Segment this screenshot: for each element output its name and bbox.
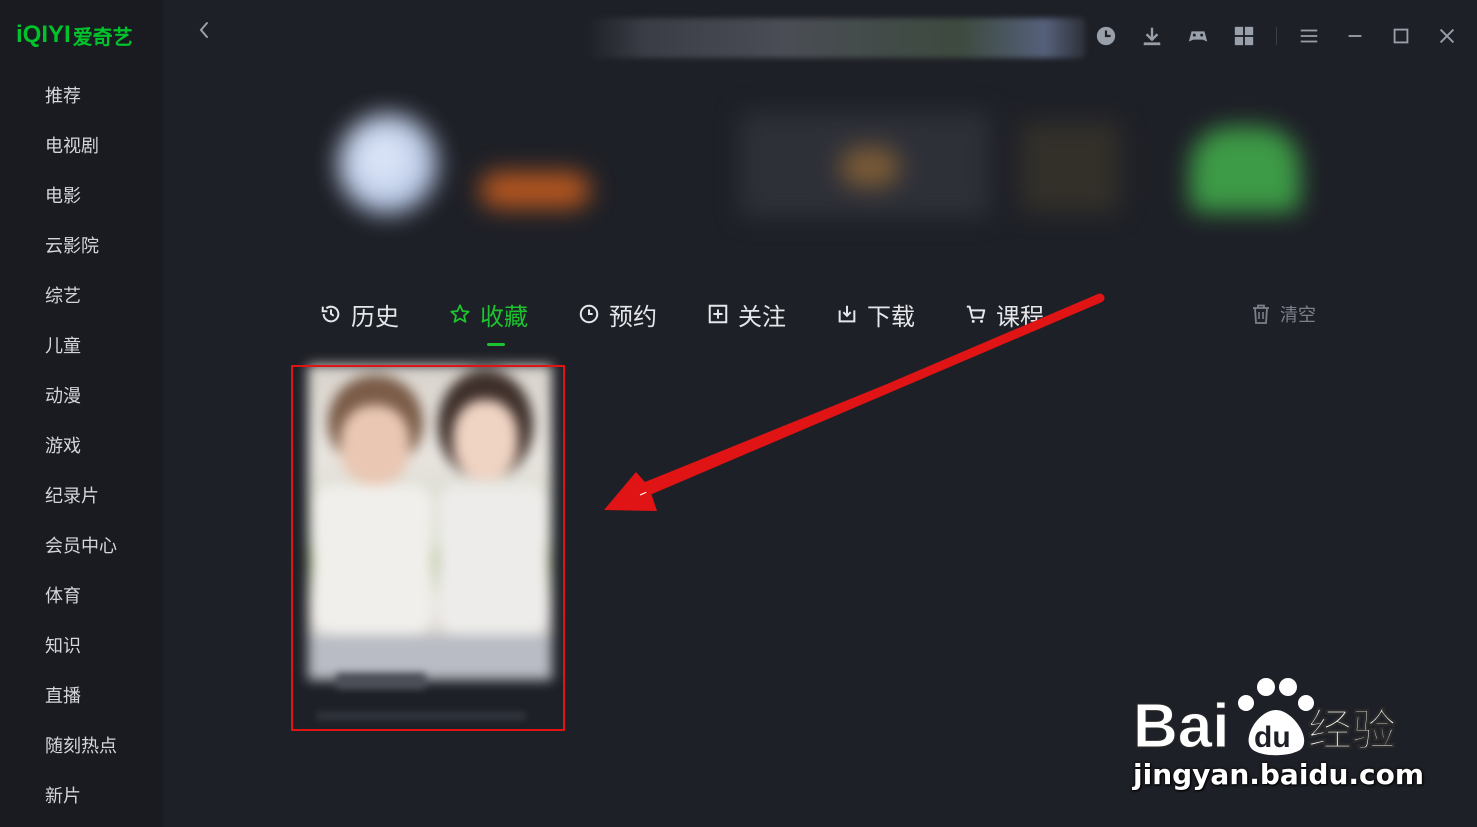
clock-icon [1096, 26, 1116, 46]
tab-reservations-label: 预约 [609, 302, 657, 331]
banner-promo-secondary[interactable] [1020, 122, 1120, 212]
window-toolbar [1092, 22, 1477, 50]
sidebar-item-kids[interactable]: 儿童 [0, 322, 163, 372]
sidebar-item-tv-series[interactable]: 电视剧 [0, 122, 163, 172]
minimize-icon [1348, 35, 1362, 37]
menu-button[interactable] [1295, 22, 1323, 50]
back-button[interactable] [192, 20, 216, 48]
svg-text:du: du [1254, 721, 1291, 754]
sidebar-nav: 推荐 电视剧 电影 云影院 综艺 儿童 动漫 游戏 纪录片 会员中心 体育 知识… [0, 72, 163, 822]
svg-text:经验: 经验 [1308, 705, 1396, 756]
download-icon [1143, 27, 1161, 46]
tab-favorites-label: 收藏 [480, 302, 528, 331]
sidebar-item-anime[interactable]: 动漫 [0, 372, 163, 422]
tab-following-label: 关注 [738, 302, 786, 331]
search-input[interactable] [585, 18, 1085, 58]
vip-badge[interactable] [480, 172, 590, 208]
tab-downloads-label: 下载 [867, 302, 915, 331]
sidebar-item-vip-center[interactable]: 会员中心 [0, 522, 163, 572]
banner-green-badge[interactable] [1190, 127, 1300, 212]
personal-tabs: 历史 收藏 预约 关注 下载 课程 [320, 296, 1094, 346]
follow-icon [708, 304, 728, 324]
star-icon [450, 304, 470, 323]
user-banner [320, 92, 1320, 232]
sidebar-item-variety[interactable]: 综艺 [0, 272, 163, 322]
avatar[interactable] [338, 114, 438, 214]
logo-cn: 爱奇艺 [72, 24, 133, 49]
minimize-button[interactable] [1341, 22, 1369, 50]
svg-text:Bai: Bai [1133, 692, 1229, 761]
sidebar-item-documentary[interactable]: 纪录片 [0, 472, 163, 522]
watermark-url: jingyan.baidu.com [1133, 758, 1425, 791]
tab-courses-label: 课程 [996, 302, 1044, 331]
history-button[interactable] [1092, 22, 1120, 50]
iqiyi-logo[interactable]: iQIYI 爱奇艺 [16, 21, 133, 49]
tab-favorites[interactable]: 收藏 [449, 296, 528, 346]
clock-icon [579, 304, 599, 324]
cart-icon [966, 305, 986, 323]
tab-reservations[interactable]: 预约 [578, 296, 657, 332]
clear-label: 清空 [1280, 305, 1316, 326]
baidu-jingyan-watermark: Bai du 经验 jingyan.baidu.com [1128, 665, 1424, 795]
close-icon [1439, 28, 1455, 44]
trash-icon [1253, 304, 1269, 324]
sidebar-item-cloud-cinema[interactable]: 云影院 [0, 222, 163, 272]
sidebar-item-live[interactable]: 直播 [0, 672, 163, 722]
tab-following[interactable]: 关注 [707, 296, 786, 332]
baidu-logo: Bai du 经验 [1133, 678, 1397, 762]
sidebar-item-trending[interactable]: 随刻热点 [0, 722, 163, 772]
sidebar-item-knowledge[interactable]: 知识 [0, 622, 163, 672]
sidebar-item-sports[interactable]: 体育 [0, 572, 163, 622]
maximize-button[interactable] [1387, 22, 1415, 50]
tab-history-label: 历史 [351, 302, 399, 331]
download-icon [838, 305, 856, 323]
toolbar-divider [1276, 27, 1277, 45]
banner-promo-accent [840, 147, 900, 187]
tab-downloads[interactable]: 下载 [836, 296, 915, 332]
chevron-left-icon [199, 22, 208, 38]
annotation-highlight-box [291, 365, 565, 731]
clear-button[interactable]: 清空 [1252, 300, 1316, 328]
menu-icon [1300, 29, 1318, 43]
gamepad-icon [1188, 31, 1208, 42]
game-button[interactable] [1184, 22, 1212, 50]
apps-grid-icon [1234, 26, 1254, 46]
tab-history[interactable]: 历史 [320, 296, 399, 332]
apps-button[interactable] [1230, 22, 1258, 50]
sidebar: iQIYI 爱奇艺 推荐 电视剧 电影 云影院 综艺 儿童 动漫 游戏 纪录片 … [0, 0, 163, 827]
history-icon [321, 305, 340, 323]
logo-brand: iQIYI [16, 21, 71, 48]
sidebar-item-movies[interactable]: 电影 [0, 172, 163, 222]
close-button[interactable] [1433, 22, 1461, 50]
app-window: iQIYI 爱奇艺 推荐 电视剧 电影 云影院 综艺 儿童 动漫 游戏 纪录片 … [0, 0, 1477, 827]
maximize-icon [1393, 28, 1409, 44]
sidebar-item-new-releases[interactable]: 新片 [0, 772, 163, 822]
sidebar-item-games[interactable]: 游戏 [0, 422, 163, 472]
download-button[interactable] [1138, 22, 1166, 50]
tab-courses[interactable]: 课程 [965, 296, 1044, 332]
sidebar-item-recommend[interactable]: 推荐 [0, 72, 163, 122]
